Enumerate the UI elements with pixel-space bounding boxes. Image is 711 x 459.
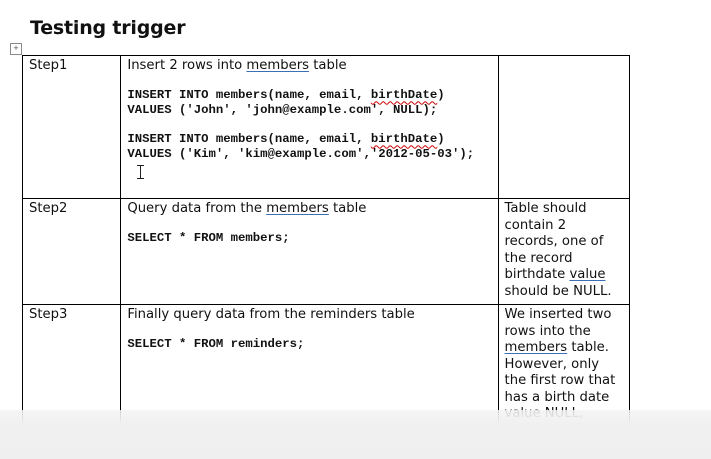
- expected-text: We inserted two rows into the: [504, 307, 612, 339]
- description-text: table: [328, 201, 367, 216]
- description-text: Query data from the: [127, 201, 267, 216]
- members-link: members: [504, 340, 568, 355]
- expected-cell[interactable]: [497, 55, 631, 199]
- sql-insert-john: INSERT INTO members(name, email, birthDa…: [127, 88, 491, 119]
- sql-select-members: SELECT * FROM members;: [127, 230, 290, 245]
- step-cell[interactable]: Step2: [21, 198, 122, 305]
- description-cell[interactable]: Query data from the members table SELECT…: [120, 198, 499, 305]
- step-description: Query data from the members table: [127, 201, 491, 218]
- document-page: Testing trigger + Step1 Insert 2 rows in…: [0, 0, 711, 459]
- section-heading: Testing trigger: [30, 17, 186, 39]
- sql-select-reminders: SELECT * FROM reminders;: [127, 336, 305, 351]
- code-text: VALUES ('John', 'john@example.com', NULL…: [127, 103, 438, 118]
- members-link: members: [266, 201, 329, 216]
- code-text: ): [437, 87, 445, 102]
- spellcheck-word: birthDate: [370, 87, 438, 102]
- text-cursor-icon: [137, 164, 145, 179]
- step-cell[interactable]: Step1: [21, 55, 122, 199]
- code-text: INSERT INTO members(name, email,: [127, 87, 371, 102]
- description-text: table: [309, 58, 347, 73]
- step-description: Finally query data from the reminders ta…: [127, 307, 415, 322]
- spellcheck-word: birthDate: [370, 131, 438, 146]
- bottom-fade-overlay: [0, 410, 711, 459]
- code-text: VALUES ('Kim', 'kim@example.com','2012-0…: [127, 147, 475, 162]
- table-row: Step2 Query data from the members table …: [21, 198, 631, 305]
- code-text: ): [437, 131, 445, 146]
- members-link: members: [246, 58, 310, 73]
- sql-insert-kim: INSERT INTO members(name, email, birthDa…: [127, 132, 491, 183]
- table-move-handle-icon[interactable]: +: [10, 43, 22, 55]
- description-text: Insert 2 rows into: [127, 58, 247, 73]
- description-cell[interactable]: Insert 2 rows into members table INSERT …: [120, 55, 499, 199]
- code-text: INSERT INTO members(name, email,: [127, 131, 371, 146]
- step-description: Insert 2 rows into members table: [127, 58, 491, 75]
- underlined-word: value: [569, 267, 606, 282]
- expected-cell[interactable]: Table should contain 2 records, one of t…: [497, 198, 631, 305]
- step-label: Step2: [29, 201, 68, 216]
- test-steps-table: Step1 Insert 2 rows into members table I…: [21, 55, 631, 452]
- table-row: Step1 Insert 2 rows into members table I…: [21, 55, 631, 199]
- expected-text: should be NULL.: [504, 283, 612, 299]
- step-label: Step1: [29, 58, 68, 73]
- step-label: Step3: [29, 307, 68, 322]
